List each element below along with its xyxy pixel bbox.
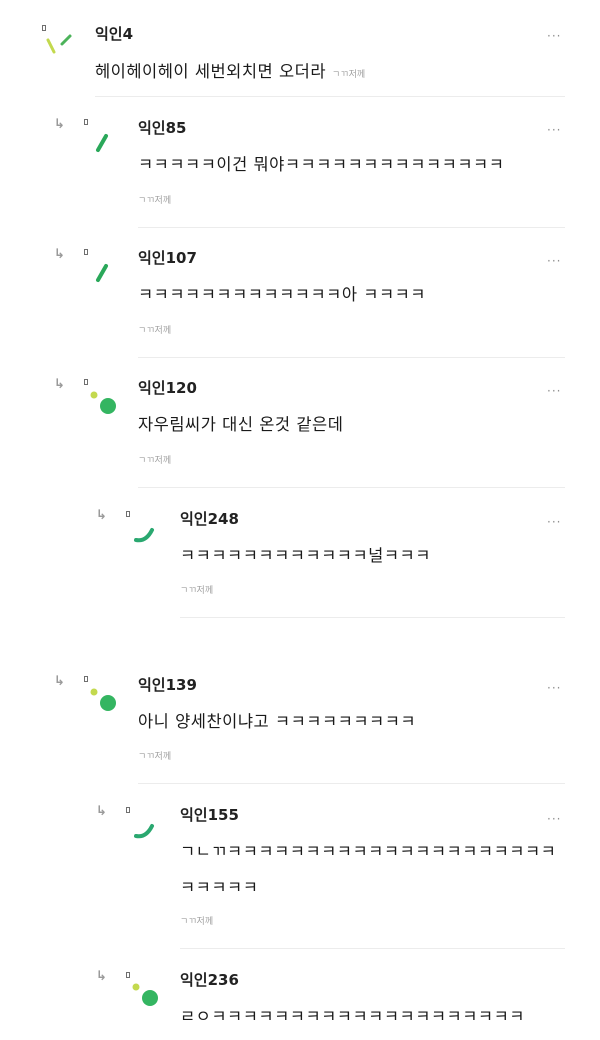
more-options-icon[interactable]: ···: [547, 30, 561, 42]
comment-time: ㄱㄲ저께: [138, 456, 172, 466]
comment-author[interactable]: 익인248: [180, 508, 239, 529]
more-options-icon[interactable]: ···: [547, 385, 561, 397]
comment-text: ㅋㅋㅋㅋㅋ이건 뭐야ㅋㅋㅋㅋㅋㅋㅋㅋㅋㅋㅋㅋㅋㅋ: [138, 155, 505, 174]
divider: [138, 227, 565, 228]
reply-arrow-icon: ↳: [96, 969, 107, 984]
reply-arrow-icon: ↳: [96, 508, 107, 523]
more-options-icon[interactable]: ···: [547, 516, 561, 528]
comment-author[interactable]: 익인85: [138, 117, 186, 138]
comment-author[interactable]: 익인107: [138, 247, 197, 268]
comment-time: ㄱㄲ저께: [138, 326, 172, 336]
more-options-icon[interactable]: ···: [547, 813, 561, 825]
comment-text: 자우림씨가 대신 온것 같은데: [138, 415, 344, 434]
more-options-icon[interactable]: ···: [547, 255, 561, 267]
comment-time: ㄱㄲ저께: [180, 586, 214, 596]
comment-text-content: 헤이헤이헤이 세번외치면 오더라: [95, 62, 327, 81]
avatar: [92, 258, 128, 294]
comment-text: ㅋㅋㅋㅋㅋㅋㅋㅋㅋㅋㅋㅋㅋ아 ㅋㅋㅋㅋ: [138, 285, 426, 304]
avatar: [130, 978, 166, 1014]
avatar: [130, 516, 166, 552]
avatar: [92, 128, 128, 164]
divider: [138, 487, 565, 488]
reply-arrow-icon: ↳: [54, 377, 65, 392]
comment-author[interactable]: 익인120: [138, 377, 197, 398]
comment-author[interactable]: 익인155: [180, 804, 239, 825]
reply-arrow-icon: ↳: [96, 804, 107, 819]
comment-text-line2: ㅋㅋㅋㅋㅋ: [180, 878, 259, 897]
reply-arrow-icon: ↳: [54, 674, 65, 689]
comment-text: 헤이헤이헤이 세번외치면 오더라 ㄱㄲ저께: [95, 58, 365, 82]
avatar: [88, 386, 124, 422]
comment-time: ㄱㄲ저께: [332, 70, 366, 80]
badge-mark: [84, 379, 88, 385]
divider: [95, 96, 565, 97]
comment-author[interactable]: 익인236: [180, 969, 239, 990]
comment-text: ㄱㄴㄲㅋㅋㅋㅋㅋㅋㅋㅋㅋㅋㅋㅋㅋㅋㅋㅋㅋㅋㅋㅋㅋ: [180, 842, 557, 861]
divider: [138, 783, 565, 784]
reply-arrow-icon: ↳: [54, 117, 65, 132]
comment-text: 아니 양세찬이냐고 ㅋㅋㅋㅋㅋㅋㅋㅋㅋ: [138, 712, 417, 731]
badge-mark: [84, 249, 88, 255]
badge-mark: [84, 676, 88, 682]
avatar: [130, 812, 166, 848]
avatar: [44, 30, 80, 66]
divider: [180, 948, 565, 949]
comment-time: ㄱㄲ저께: [138, 752, 172, 762]
comment-author[interactable]: 익인139: [138, 674, 197, 695]
comment-author[interactable]: 익인4: [95, 23, 133, 44]
comment-time: ㄱㄲ저께: [180, 917, 214, 927]
divider: [138, 357, 565, 358]
comment-text: ㅋㅋㅋㅋㅋㅋㅋㅋㅋㅋㅋㅋ널ㅋㅋㅋ: [180, 546, 431, 565]
badge-mark: [84, 119, 88, 125]
comment-time: ㄱㄲ저께: [138, 196, 172, 206]
more-options-icon[interactable]: ···: [547, 682, 561, 694]
divider: [180, 617, 565, 618]
comment-text: ㄹㅇㅋㅋㅋㅋㅋㅋㅋㅋㅋㅋㅋㅋㅋㅋㅋㅋㅋㅋㅋㅋ: [180, 1007, 525, 1026]
reply-arrow-icon: ↳: [54, 247, 65, 262]
avatar: [88, 683, 124, 719]
more-options-icon[interactable]: ···: [547, 124, 561, 136]
